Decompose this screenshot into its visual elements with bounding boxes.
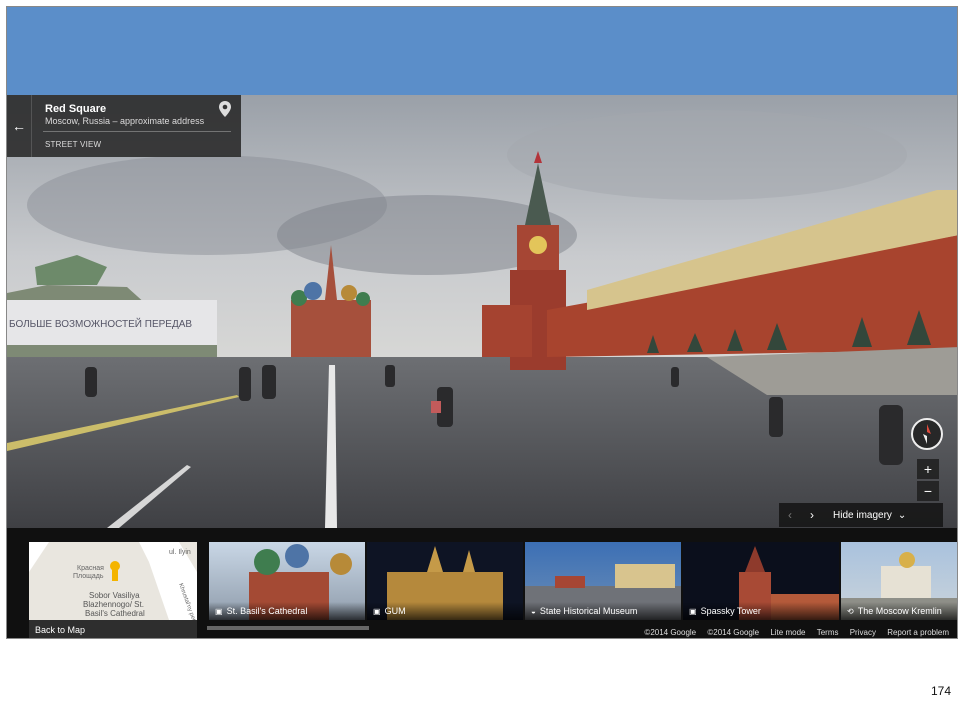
terms-link[interactable]: Terms [817, 628, 839, 637]
back-to-map-button[interactable]: Back to Map [29, 620, 197, 638]
privacy-link[interactable]: Privacy [850, 628, 876, 637]
photo-icon: ▣ [215, 607, 223, 616]
photo-icon: ▣ [373, 607, 381, 616]
hide-imagery-button[interactable]: Hide imagery [833, 510, 892, 521]
map-thumbnail[interactable]: Красная Площадь Sobor Vasiliya Blazhenno… [29, 542, 197, 620]
compass-icon[interactable] [911, 418, 943, 450]
svg-text:Sobor Vasiliya: Sobor Vasiliya [89, 591, 140, 600]
zoom-out-button[interactable]: − [917, 481, 939, 501]
double-chevron-icon[interactable]: ⌄ [898, 510, 906, 521]
next-arrow-icon[interactable]: › [801, 508, 823, 522]
thumbnail-moscow-kremlin[interactable]: ⟲ The Moscow Kremlin [841, 542, 957, 620]
svg-text:БОЛЬШЕ ВОЗМОЖНОСТЕЙ ПЕРЕДАВ: БОЛЬШЕ ВОЗМОЖНОСТЕЙ ПЕРЕДАВ [9, 317, 192, 330]
footer-links: ©2014 Google ©2014 Google Lite mode Term… [635, 628, 949, 637]
imagery-bar: ‹ › Hide imagery ⌄ [779, 503, 943, 527]
zoom-in-button[interactable]: + [917, 459, 939, 479]
svg-text:Красная: Красная [77, 565, 104, 572]
thumbnail-caption: ◒ State Historical Museum [525, 602, 681, 620]
360-icon: ⟲ [847, 607, 854, 616]
street-view-label: STREET VIEW [45, 140, 102, 149]
imagery-strip: Красная Площадь Sobor Vasiliya Blazhenno… [7, 528, 957, 638]
page-number: 174 [930, 684, 951, 698]
lite-mode-link[interactable]: Lite mode [770, 628, 805, 637]
panorama-icon: ◒ [531, 607, 536, 616]
thumbnail-caption: ⟲ The Moscow Kremlin [841, 602, 957, 620]
thumbnail-caption: ▣ GUM [367, 602, 523, 620]
thumbnail-state-historical-museum[interactable]: ◒ State Historical Museum [525, 542, 681, 620]
back-arrow-icon[interactable]: ← [7, 95, 32, 157]
report-problem-link[interactable]: Report a problem [887, 628, 949, 637]
copyright-text: ©2014 Google [707, 628, 760, 637]
svg-text:Площадь: Площадь [73, 573, 104, 580]
svg-text:Blazhennogo/ St.: Blazhennogo/ St. [83, 600, 144, 609]
screenshot-frame: БОЛЬШЕ ВОЗМОЖНОСТЕЙ ПЕРЕДАВ ← Red Square… [6, 6, 958, 639]
thumbnail-st-basils[interactable]: ▣ St. Basil's Cathedral [209, 542, 365, 620]
strip-scrollbar[interactable] [207, 626, 369, 630]
prev-arrow-icon[interactable]: ‹ [779, 508, 801, 522]
location-subtitle: Moscow, Russia – approximate address [45, 116, 205, 126]
street-view-panorama[interactable]: БОЛЬШЕ ВОЗМОЖНОСТЕЙ ПЕРЕДАВ ← Red Square… [7, 95, 957, 528]
location-title: Red Square [45, 103, 107, 115]
copyright-text: ©2014 Google [644, 628, 697, 637]
panorama-image: БОЛЬШЕ ВОЗМОЖНОСТЕЙ ПЕРЕДАВ [7, 95, 957, 528]
thumbnail-caption: ▣ Spassky Tower [683, 602, 839, 620]
thumbnail-gum[interactable]: ▣ GUM [367, 542, 523, 620]
svg-text:Basil's Cathedral: Basil's Cathedral [85, 609, 145, 618]
location-card: ← Red Square Moscow, Russia – approximat… [7, 95, 241, 157]
map-pin-icon[interactable] [219, 101, 231, 117]
thumbnail-caption: ▣ St. Basil's Cathedral [209, 602, 365, 620]
header-band [7, 7, 957, 95]
map-image: Красная Площадь Sobor Vasiliya Blazhenno… [29, 542, 197, 620]
thumbnail-spassky-tower[interactable]: ▣ Spassky Tower [683, 542, 839, 620]
photo-icon: ▣ [689, 607, 697, 616]
svg-text:ul. Ilyin: ul. Ilyin [169, 549, 191, 556]
card-divider [43, 131, 231, 132]
